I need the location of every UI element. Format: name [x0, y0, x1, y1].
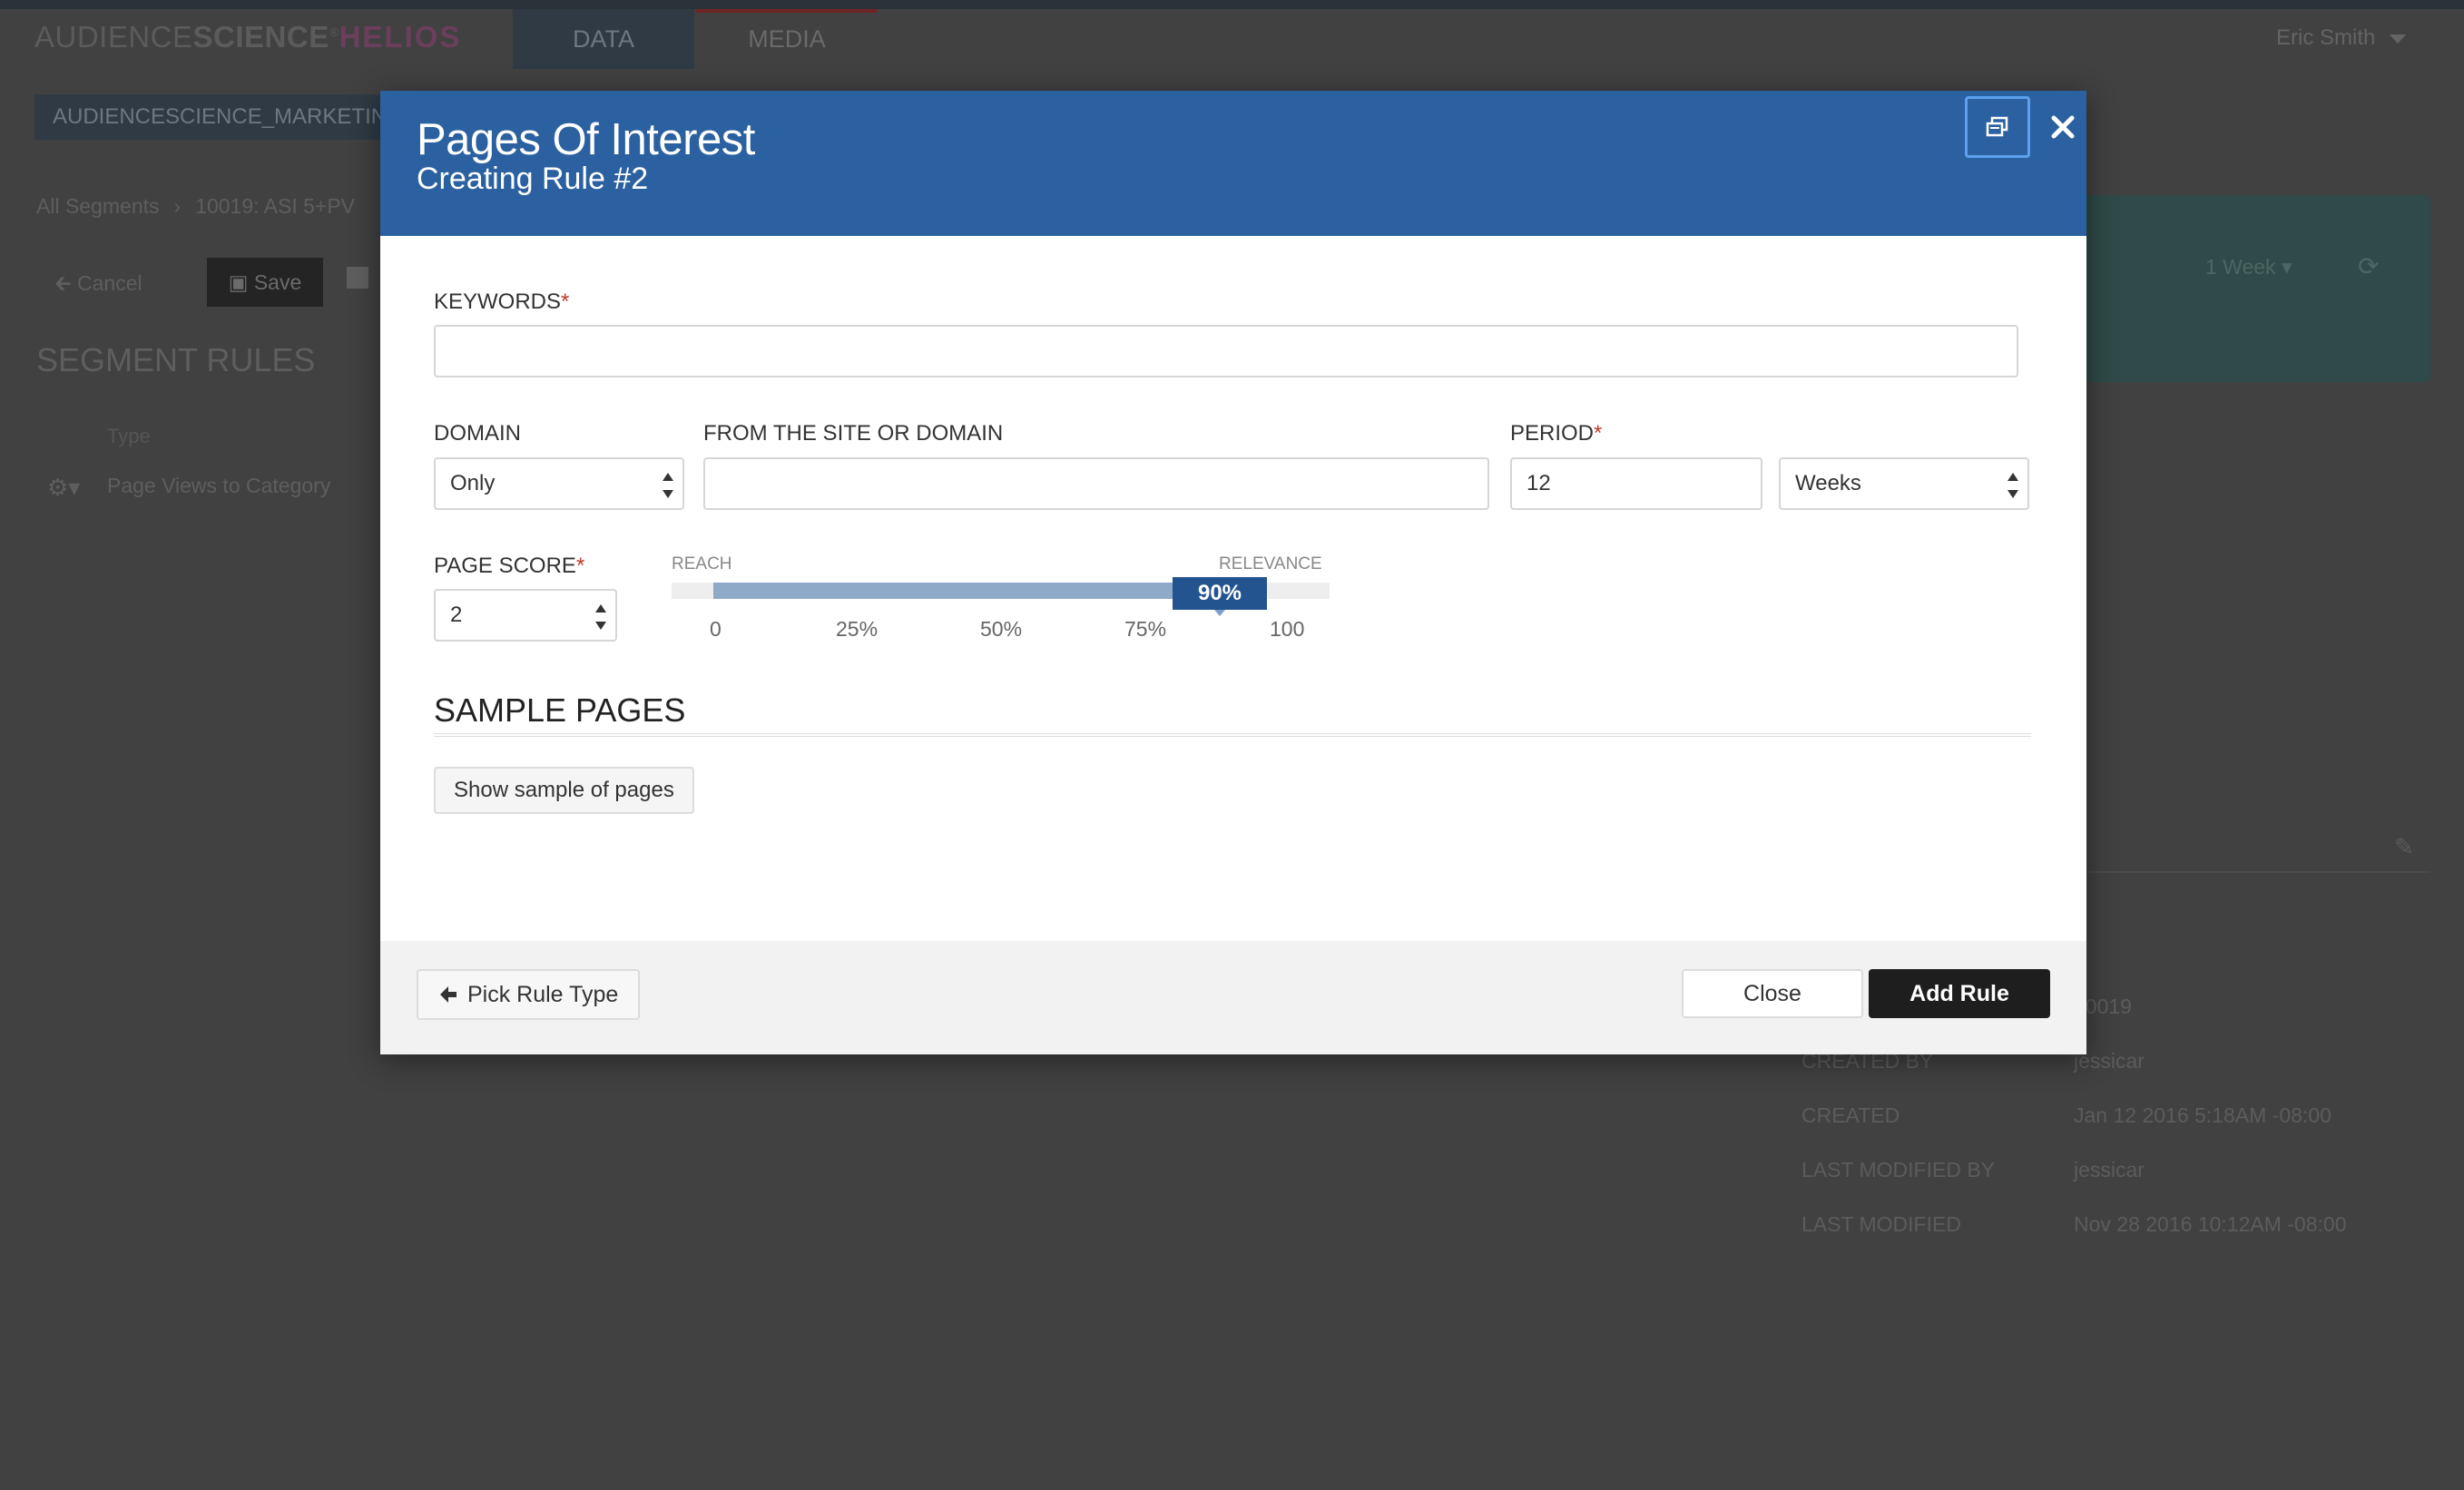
arrow-left-icon: [440, 986, 456, 1003]
slider-tick: 25%: [836, 617, 879, 641]
detail-row: CREATED BY jessicar: [1801, 1049, 2145, 1073]
select-arrows-icon: [595, 604, 606, 630]
slider-fill: [713, 583, 1173, 599]
sample-pages-heading: SAMPLE PAGES: [434, 691, 686, 729]
gear-icon[interactable]: ⚙▾: [47, 474, 80, 502]
tab-data[interactable]: DATA: [513, 9, 694, 69]
top-bar: [0, 0, 2464, 9]
page-score-select[interactable]: 2: [434, 589, 617, 642]
modal-footer: Pick Rule Type Close Add Rule: [380, 941, 2086, 1054]
period-label: PERIOD*: [1510, 421, 1603, 446]
reach-panel: 1 Week ▾ ⟳: [2078, 195, 2430, 382]
detail-row: CREATED Jan 12 2016 5:18AM -08:00: [1801, 1103, 2331, 1127]
breadcrumb: All Segments › 10019: ASI 5+PV: [36, 194, 355, 219]
tab-media[interactable]: MEDIA: [696, 9, 878, 69]
slider-tick: 100: [1270, 617, 1305, 641]
cancel-button[interactable]: 🡰 Cancel: [54, 269, 142, 304]
close-button[interactable]: Close: [1682, 969, 1863, 1018]
slider-handle[interactable]: 90%: [1173, 577, 1267, 616]
restore-window-icon[interactable]: [1965, 96, 2030, 158]
keywords-label: KEYWORDS*: [434, 289, 570, 314]
divider: [434, 733, 2031, 737]
divider: [2078, 871, 2430, 873]
app-logo[interactable]: AUDIENCESCIENCE®HELIOS: [34, 20, 461, 54]
table-header-type: Type: [107, 425, 151, 447]
user-name: Eric Smith: [2276, 25, 2376, 50]
domain-label: DOMAIN: [434, 421, 521, 446]
domain-select[interactable]: Only: [434, 457, 684, 510]
details-panel: [2078, 526, 2432, 717]
slider-tick: 75%: [1124, 617, 1167, 641]
slider-relevance-label: RELEVANCE: [1219, 554, 1322, 573]
site-label: FROM THE SITE OR DOMAIN: [703, 421, 1004, 446]
period-filter[interactable]: 1 Week ▾: [2205, 255, 2292, 279]
pencil-icon[interactable]: ✎: [2394, 833, 2414, 861]
slider-tick: 0: [710, 617, 722, 641]
chevron-down-icon: [2390, 34, 2407, 44]
period-input[interactable]: 12: [1510, 457, 1762, 510]
relevance-slider[interactable]: 90%: [672, 577, 1330, 616]
select-arrows-icon: [663, 473, 673, 498]
breadcrumb-all-segments[interactable]: All Segments: [36, 194, 160, 218]
add-rule-button[interactable]: Add Rule: [1869, 969, 2050, 1018]
user-menu[interactable]: Eric Smith: [2276, 25, 2407, 51]
pick-rule-type-button[interactable]: Pick Rule Type: [417, 969, 641, 1020]
period-unit-select[interactable]: Weeks: [1779, 457, 2029, 510]
modal-subtitle: Creating Rule #2: [417, 162, 649, 196]
table-row[interactable]: Page Views to Category: [107, 474, 330, 498]
detail-row: LAST MODIFIED BY jessicar: [1801, 1158, 2145, 1181]
close-icon[interactable]: [2037, 102, 2088, 152]
modal-header: Pages Of Interest Creating Rule #2: [380, 91, 2086, 236]
keywords-input[interactable]: [434, 325, 2018, 377]
breadcrumb-current[interactable]: 10019: ASI 5+PV: [195, 194, 355, 218]
page-score-label: PAGE SCORE*: [434, 554, 585, 578]
rule-modal: Pages Of Interest Creating Rule #2 KEYWO…: [380, 91, 2086, 1054]
account-selector[interactable]: AUDIENCESCIENCE_MARKETING: [34, 94, 398, 140]
slider-reach-label: REACH: [672, 554, 732, 573]
site-domain-input[interactable]: [703, 457, 1489, 510]
modal-title: Pages Of Interest: [417, 115, 755, 164]
slider-tick: 50%: [980, 617, 1023, 641]
section-title: SEGMENT RULES: [36, 341, 316, 378]
copy-icon[interactable]: [347, 267, 368, 289]
select-arrows-icon: [2008, 473, 2018, 498]
save-button[interactable]: ▣ Save: [207, 258, 323, 307]
breadcrumb-separator-icon: ›: [173, 194, 182, 218]
floppy-icon: ▣: [228, 270, 254, 294]
refresh-icon[interactable]: ⟳: [2358, 251, 2379, 281]
detail-row: LAST MODIFIED Nov 28 2016 10:12AM -08:00: [1801, 1212, 2347, 1236]
arrow-left-icon: 🡰: [54, 271, 78, 295]
show-sample-button[interactable]: Show sample of pages: [434, 767, 694, 814]
